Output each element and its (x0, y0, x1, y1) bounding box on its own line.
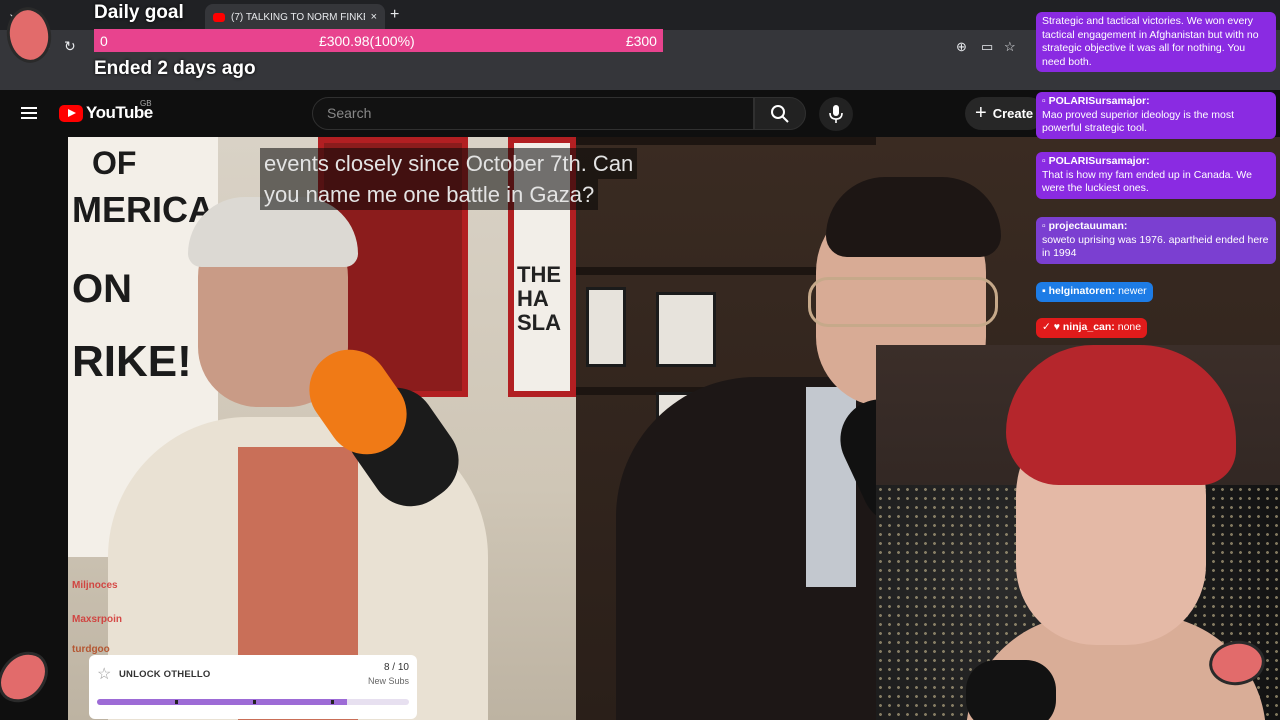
goal-target-value: £300 (625, 32, 657, 49)
star-icon: ☆ (97, 666, 112, 683)
streamer-hair (1006, 345, 1236, 485)
poster-line: MERICA (72, 189, 214, 230)
chat-username: ninja_can: (1062, 321, 1115, 333)
poster-line: OF (92, 145, 137, 181)
bookmark-star-icon[interactable]: ☆ (1004, 39, 1016, 55)
progress-tick (253, 700, 256, 704)
chat-message: ✓ ♥ ninja_can: none (1036, 318, 1148, 338)
ghost-chat-name: Maxsrpoin (72, 614, 123, 625)
chat-username: helginatoren: (1048, 285, 1116, 297)
shelf (576, 137, 876, 145)
sub-goal-widget: ☆ UNLOCK OTHELLO 8 / 10 New Subs (89, 655, 417, 719)
badge-icon: ▫ (1042, 220, 1049, 232)
country-code: GB (140, 99, 152, 108)
ghost-chat-name: turdgoo (72, 644, 110, 655)
create-label: Create (992, 106, 1034, 121)
subtitle-line: you name me one battle in Gaza? (260, 179, 599, 210)
chat-message: ▫ projectauuman: soweto uprising was 197… (1036, 217, 1276, 264)
badge-icon: ▪ (1042, 285, 1049, 297)
search-icon (771, 104, 789, 123)
chat-username: projectauuman: (1048, 220, 1128, 232)
shelf (576, 267, 856, 275)
chat-username: POLARISursamajor: (1048, 95, 1150, 107)
create-button[interactable]: + Create (965, 97, 1045, 130)
progress-tick (331, 700, 334, 704)
zoom-icon[interactable]: ⊕ (956, 39, 967, 55)
chat-text: soweto uprising was 1976. apartheid ende… (1042, 233, 1269, 260)
youtube-logo-icon[interactable] (59, 105, 83, 122)
poster-line: ON (72, 267, 132, 311)
search-input[interactable]: Search (312, 97, 754, 130)
youtube-favicon-icon (213, 12, 225, 22)
chat-message: ▫ POLARISursamajor: Mao proved superior … (1036, 92, 1276, 139)
chat-text: That is how my fam ended up in Canada. W… (1042, 168, 1252, 195)
badge-icon: ▫ (1042, 155, 1049, 167)
badge-icon: ▫ (1042, 95, 1049, 107)
goal-current-value: £300.98(100%) (318, 32, 415, 49)
frame-text: THE HA SLA (517, 262, 561, 335)
daily-goal-bar: 0 £300.98(100%) £300 (94, 29, 663, 52)
microphone-icon (829, 105, 843, 123)
chat-text: none (1117, 321, 1142, 333)
sub-goal-label: UNLOCK OTHELLO (119, 669, 211, 680)
tab-title: (7) TALKING TO NORM FINKELS (231, 11, 365, 23)
cast-icon[interactable]: ▭ (981, 39, 993, 55)
sub-goal-subtitle: New Subs (367, 676, 409, 686)
daily-goal-title: Daily goal (94, 2, 184, 23)
menu-icon[interactable] (21, 107, 37, 119)
chat-text: Mao proved superior ideology is the most… (1042, 108, 1235, 135)
chat-text: newer (1118, 285, 1147, 297)
poster-line: RIKE! (72, 337, 192, 386)
ghost-chat-name: Miljnoces (72, 580, 118, 591)
search-button[interactable] (754, 97, 806, 130)
sub-goal-count: 8 / 10 (383, 662, 409, 673)
goal-status: Ended 2 days ago (94, 58, 256, 79)
shelf-frame (586, 287, 626, 367)
host-hair (826, 177, 1001, 257)
chat-text: Strategic and tactical victories. We won… (1042, 15, 1259, 68)
chat-message: ▪ helginatoren: newer (1036, 282, 1153, 302)
voice-search-button[interactable] (819, 97, 853, 131)
chili-decoration-icon (0, 643, 54, 711)
plus-icon: + (975, 102, 987, 124)
progress-tick (175, 700, 178, 704)
streamer-microphone (966, 660, 1056, 720)
browser-tab-active[interactable]: (7) TALKING TO NORM FINKELS × (205, 4, 385, 30)
video-left-camera: OF MERICA ON RIKE! THE HA SLA (68, 137, 576, 720)
goal-start-value: 0 (100, 32, 108, 49)
reload-icon[interactable]: ↻ (64, 38, 76, 55)
host-glasses (808, 277, 998, 327)
subtitle-line: events closely since October 7th. Can (260, 148, 638, 179)
shelf-frame (656, 292, 716, 367)
sub-goal-progress-fill (97, 699, 347, 705)
tab-close-icon[interactable]: × (371, 11, 377, 23)
new-tab-button[interactable]: + (390, 6, 399, 24)
chat-message: ▫ POLARISursamajor: That is how my fam e… (1036, 152, 1276, 199)
badge-icon: ✓ ♥ (1042, 321, 1063, 333)
chat-username: POLARISursamajor: (1048, 155, 1150, 167)
chat-message: Strategic and tactical victories. We won… (1036, 12, 1276, 72)
video-subtitles: events closely since October 7th. Can yo… (260, 148, 638, 210)
